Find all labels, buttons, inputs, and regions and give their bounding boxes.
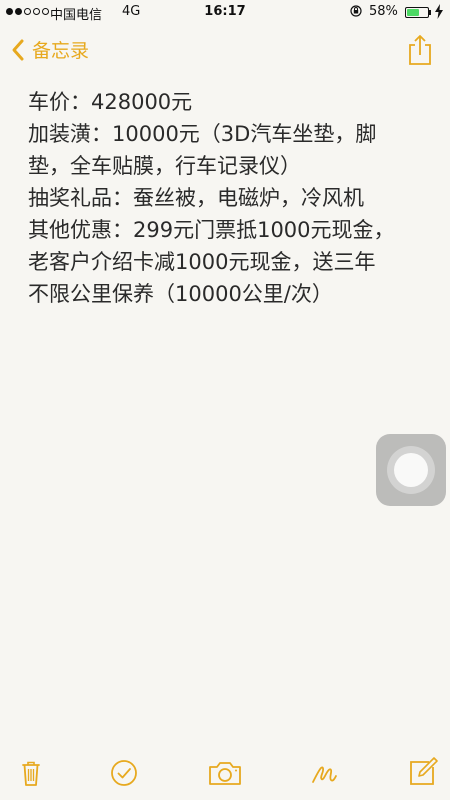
note-line-decoration-cont: 垫，全车贴膜，行车记录仪）	[28, 154, 301, 178]
bottom-toolbar	[0, 750, 450, 800]
status-bar: 中国电信 4G 16:17 58%	[0, 0, 450, 26]
camera-button[interactable]	[207, 756, 243, 790]
rotation-lock-icon	[350, 5, 362, 17]
checkmark-icon	[111, 760, 137, 786]
battery-icon	[405, 7, 429, 18]
assistive-touch-inner-ring	[394, 453, 428, 487]
checklist-button[interactable]	[107, 756, 141, 790]
trash-icon	[22, 761, 40, 786]
sketch-button[interactable]	[307, 756, 341, 790]
chevron-left-icon	[12, 39, 24, 60]
sketch-icon	[312, 766, 337, 783]
note-content[interactable]: 车价：428000元 加装潢：10000元（3D汽车坐垫，脚 垫，全车贴膜，行车…	[28, 86, 423, 310]
battery-tip	[429, 10, 431, 15]
note-line-offers: 其他优惠：299元门票抵1000元现金，	[28, 218, 395, 242]
compose-button[interactable]	[405, 756, 439, 790]
battery-level-fill	[407, 9, 419, 16]
navigation-bar: 备忘录	[0, 26, 450, 74]
compose-icon	[410, 757, 438, 785]
camera-icon	[209, 762, 241, 785]
note-line-gifts: 抽奖礼品：蚕丝被，电磁炉，冷风机	[28, 186, 364, 210]
note-line-referral: 老客户介绍卡减1000元现金，送三年	[28, 250, 376, 274]
note-line-price: 车价：428000元	[28, 90, 193, 114]
assistive-touch-button[interactable]	[376, 434, 446, 506]
back-button[interactable]: 备忘录	[10, 36, 89, 63]
back-label: 备忘录	[32, 40, 90, 62]
note-line-decoration: 加装潢：10000元（3D汽车坐垫，脚	[28, 122, 377, 146]
share-icon[interactable]	[407, 34, 433, 66]
delete-button[interactable]	[14, 756, 48, 790]
charging-bolt-icon	[435, 4, 443, 19]
battery-percent: 58%	[369, 4, 398, 19]
note-line-maintenance: 不限公里保养（10000公里/次）	[28, 282, 333, 306]
